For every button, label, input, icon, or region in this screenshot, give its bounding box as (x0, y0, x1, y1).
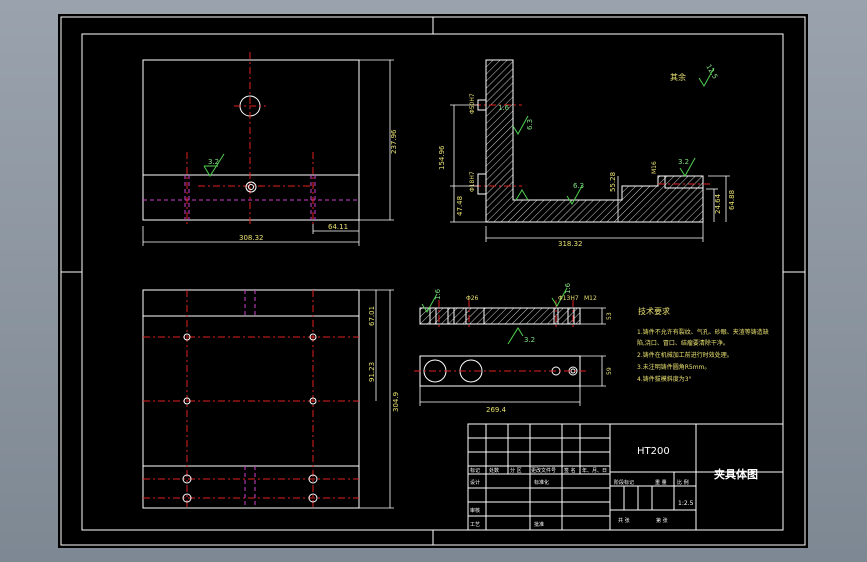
dim-detail-c1: Φ26 (466, 295, 479, 302)
drawing-sheet: 308.32 64.11 237.96 3.2 318.32 154.96 47… (58, 14, 808, 548)
roughness-side-4: 3.2 (678, 158, 689, 166)
tb-weight: 重 量 (655, 479, 667, 486)
dim-side-r2: Φ18H7 (469, 171, 476, 192)
dim-side-h1: 154.96 (438, 145, 446, 170)
tb-stage-mark: 阶段标记 (614, 479, 634, 486)
plan-view (142, 289, 394, 509)
tech-req-title: 技术要求 (638, 306, 670, 316)
dim-plan-v3: 304.9 (392, 392, 400, 412)
dim-side-r1: Φ50H7 (469, 93, 476, 114)
tb-scale-label: 比 例 (677, 479, 689, 486)
tb-col-docno: 更改文件号 (531, 467, 556, 474)
dim-side-h2: 47.48 (456, 196, 464, 216)
tech-req-line: 3.未注明铸件圆角R5mm。 (637, 363, 710, 371)
material-label: HT200 (637, 446, 670, 457)
tb-col-sign: 签 名 (564, 467, 576, 474)
roughness-side-1: 1.6 (498, 104, 510, 112)
roughness-side-2: 6.3 (526, 119, 534, 130)
tech-req-line: 1.铸件不允许有裂纹、气孔、砂眼、夹渣等铸造缺 (637, 328, 769, 336)
drawing-title: 夹具体图 (714, 467, 758, 481)
detail-section-view (414, 287, 606, 406)
dim-side-r3: M16 (651, 161, 658, 174)
cad-drawing: 308.32 64.11 237.96 3.2 318.32 154.96 47… (60, 16, 806, 546)
tech-req-line: 2.铸件在机械加工前进行时效处理。 (637, 351, 733, 359)
dim-side-width: 318.32 (558, 240, 583, 248)
roughness-detail-3: 3.2 (524, 336, 535, 344)
side-section-view (450, 59, 730, 242)
dim-detail-c3: M12 (584, 295, 597, 302)
tb-col-mark: 标记 (470, 467, 480, 474)
front-view (142, 52, 394, 246)
dim-detail-width: 269.4 (486, 406, 507, 414)
scale-value: 1:2.5 (678, 500, 694, 507)
tb-col-count: 处数 (489, 467, 499, 474)
dim-front-width: 308.32 (239, 234, 264, 242)
tb-col-date: 年、月、日 (582, 467, 607, 474)
tech-req-line: 陷,浇口、冒口、结瘤要清除干净。 (637, 339, 729, 347)
tb-row-process: 工艺 (470, 522, 480, 528)
dim-detail-thk: 53 (606, 312, 613, 320)
remaining-roughness-value: 12.5 (704, 63, 719, 81)
dim-side-h4: 24.64 (714, 193, 722, 214)
tb-row-review: 审核 (470, 507, 480, 514)
roughness-detail-2: 1.6 (564, 282, 572, 294)
tb-col-zone: 分 区 (510, 467, 522, 474)
roughness-detail-1: 1.6 (434, 288, 442, 300)
dim-plan-v2: 91.23 (368, 362, 376, 382)
dim-plan-v1: 67.01 (368, 306, 376, 326)
roughness-front: 3.2 (208, 158, 219, 166)
dim-front-offset: 64.11 (328, 223, 348, 231)
dim-front-height: 237.96 (390, 129, 398, 154)
remaining-roughness-label: 其余 (670, 72, 686, 82)
dim-side-h3: 55.28 (609, 172, 617, 192)
tb-sheets-total: 共 张 (618, 517, 630, 524)
tech-req-line: 4.铸件拔模斜度为3° (637, 375, 692, 383)
dim-detail-h: 59 (606, 367, 613, 375)
tb-row-std: 标准化 (534, 479, 549, 486)
dim-detail-c2: Φ13H7 (558, 295, 579, 302)
dim-side-h5: 64.88 (728, 190, 736, 210)
roughness-side-3: 6.3 (573, 182, 584, 190)
tb-row-design: 设计 (470, 479, 480, 486)
tb-row-approve: 批准 (534, 521, 544, 528)
tb-sheet-no: 第 张 (656, 517, 668, 524)
